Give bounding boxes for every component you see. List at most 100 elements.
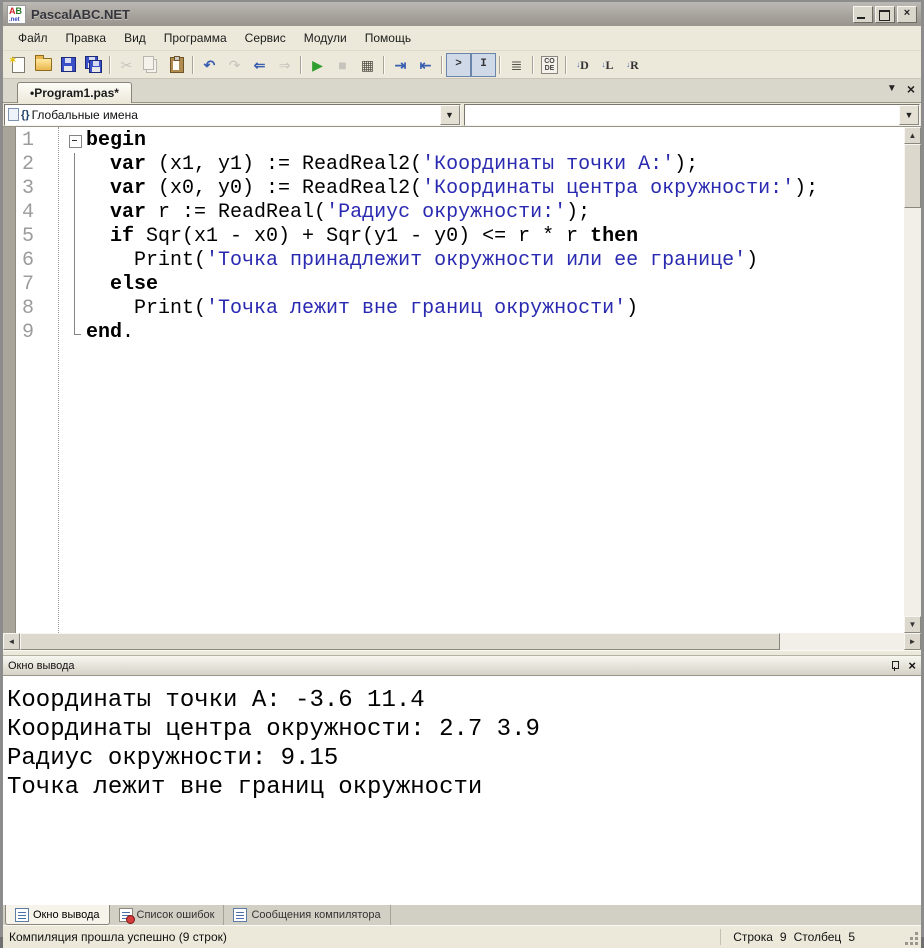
scope-combo-dropdown-icon[interactable]: ▼ — [439, 104, 460, 125]
save-file-icon — [61, 57, 76, 72]
pin-icon[interactable] — [891, 660, 900, 671]
toolbar-separator — [383, 55, 385, 74]
line-number: 2 — [22, 153, 35, 176]
undo-button[interactable]: ↶ — [197, 53, 222, 77]
editor-vertical-scrollbar[interactable]: ▲ ▼ — [904, 127, 921, 633]
resize-grip-icon[interactable] — [905, 932, 918, 945]
cut-button[interactable]: ✂ — [114, 53, 139, 77]
tab-close-icon[interactable]: × — [907, 82, 915, 96]
menu-item-file[interactable]: Файл — [9, 28, 57, 48]
fold-column — [64, 153, 86, 177]
menu-item-service[interactable]: Сервис — [236, 28, 295, 48]
build-button[interactable]: ▦ — [355, 53, 380, 77]
bottom-tab-error-list[interactable]: Список ошибок — [110, 905, 225, 925]
tab-program1[interactable]: • Program1.pas* — [17, 82, 132, 103]
bottom-tab-compiler-messages[interactable]: Сообщения компилятора — [224, 905, 391, 925]
nav-back-button[interactable]: ⇐ — [247, 53, 272, 77]
line-number: 5 — [22, 225, 35, 248]
stop-button[interactable]: ■ — [330, 53, 355, 77]
cut-icon: ✂ — [120, 56, 133, 73]
code-text: else — [110, 273, 159, 296]
nav-back-icon: ⇐ — [253, 56, 266, 73]
member-combobox[interactable]: ▼ — [463, 103, 920, 126]
scroll-right-icon[interactable]: ► — [904, 633, 921, 650]
app-icon-net: .net — [9, 16, 20, 23]
line-number: 7 — [22, 273, 35, 296]
text-window-toggle-button[interactable]: I — [471, 52, 496, 77]
code-line[interactable]: 5 if Sqr(x1 - x0) + Sqr(y1 - y0) <= r * … — [3, 225, 904, 249]
code-line[interactable]: 1 begin — [3, 129, 904, 153]
menu-item-edit[interactable]: Правка — [57, 28, 116, 48]
member-combo-dropdown-icon[interactable]: ▼ — [899, 104, 919, 125]
code-line[interactable]: 8 Print('Точка лежит вне границ окружнос… — [3, 297, 904, 321]
scope-combo-icon — [8, 108, 19, 121]
navigator-row: {} Глобальные имена ▼ ▼ — [3, 103, 921, 126]
maximize-button[interactable] — [875, 5, 895, 23]
line-number: 3 — [22, 177, 35, 200]
code-line[interactable]: 7 else — [3, 273, 904, 297]
open-file-button[interactable] — [31, 53, 56, 77]
insert-l-button[interactable]: ↓ L — [595, 53, 620, 77]
line-number: 4 — [22, 201, 35, 224]
copy-button[interactable] — [139, 53, 164, 77]
code-line[interactable]: 4 var r := ReadReal('Радиус окружности:'… — [3, 201, 904, 225]
toolbar-separator — [300, 55, 302, 74]
fold-column — [64, 297, 86, 321]
nav-forward-button[interactable]: ⇒ — [272, 53, 297, 77]
collapse-icon[interactable] — [69, 135, 82, 148]
menu-item-help[interactable]: Помощь — [356, 28, 420, 48]
code-line[interactable]: 9 end. — [3, 321, 904, 345]
code-templates-button[interactable]: CO DE — [537, 53, 562, 77]
save-all-button[interactable] — [81, 53, 106, 77]
editor-horizontal-scrollbar[interactable]: ◄ ► — [3, 633, 921, 650]
output-panel-title: Окно вывода — [8, 659, 75, 672]
window-frame: AB .net PascalABC.NET × Файл Правка Вид Про… — [0, 0, 924, 948]
indent-increase-button[interactable]: ⇥ — [388, 53, 413, 77]
tab-list-chevron-icon[interactable]: ▼ — [887, 83, 897, 94]
code-line[interactable]: 3 var (x0, y0) := ReadReal2('Координаты … — [3, 177, 904, 201]
scroll-left-icon[interactable]: ◄ — [3, 633, 20, 650]
insert-d-button[interactable]: ↓ D — [570, 53, 595, 77]
code-line[interactable]: 6 Print('Точка принадлежит окружности ил… — [3, 249, 904, 273]
console-window-toggle-button[interactable]: > — [446, 52, 471, 77]
fold-column — [64, 201, 86, 225]
toolbar-separator — [499, 55, 501, 74]
fold-column — [64, 273, 86, 297]
open-file-icon — [35, 55, 52, 71]
scroll-up-icon[interactable]: ▲ — [904, 127, 921, 144]
output-panel-header: Окно вывода × — [3, 655, 921, 675]
copy-icon — [143, 56, 154, 70]
format-source-button[interactable]: ≣ — [504, 53, 529, 77]
code-text: var (x1, y1) := ReadReal2('Координаты то… — [110, 153, 699, 176]
scroll-down-icon[interactable]: ▼ — [904, 616, 921, 633]
line-label: Строка — [733, 930, 773, 944]
line-number: 9 — [22, 321, 35, 344]
code-line[interactable]: 2 var (x1, y1) := ReadReal2('Координаты … — [3, 153, 904, 177]
run-button[interactable]: ▶ — [305, 53, 330, 77]
paste-button[interactable] — [164, 53, 189, 77]
close-button[interactable]: × — [897, 5, 917, 23]
horizontal-scroll-thumb[interactable] — [20, 633, 780, 650]
minimize-button[interactable] — [853, 5, 873, 23]
menu-item-program[interactable]: Программа — [155, 28, 236, 48]
app-icon-ab: AB — [9, 5, 22, 16]
scope-combobox[interactable]: {} Глобальные имена ▼ — [4, 103, 461, 126]
menu-item-modules[interactable]: Модули — [295, 28, 356, 48]
bottom-tab-output-window[interactable]: Окно вывода — [5, 905, 110, 925]
save-file-button[interactable] — [56, 53, 81, 77]
line-number: 6 — [22, 249, 35, 272]
toolbar-separator — [192, 55, 194, 74]
indent-decrease-button[interactable]: ⇤ — [413, 53, 438, 77]
insert-r-button[interactable]: ↓ R — [620, 53, 645, 77]
toolbar-separator — [441, 55, 443, 74]
output-close-icon[interactable]: × — [908, 659, 916, 672]
bottom-tab-label: Список ошибок — [136, 909, 215, 921]
tab-label: Program1.pas* — [34, 86, 119, 100]
redo-button[interactable]: ↷ — [222, 53, 247, 77]
code-templates-icon: CO DE — [541, 55, 558, 74]
menu-item-view[interactable]: Вид — [115, 28, 155, 48]
vertical-scroll-thumb[interactable] — [904, 144, 921, 208]
app-icon: AB .net — [7, 4, 26, 24]
new-file-button[interactable]: ✶ — [6, 53, 31, 77]
code-editor[interactable]: 1 begin 2 var (x1, y1) := ReadReal2('Коорд… — [3, 126, 921, 650]
